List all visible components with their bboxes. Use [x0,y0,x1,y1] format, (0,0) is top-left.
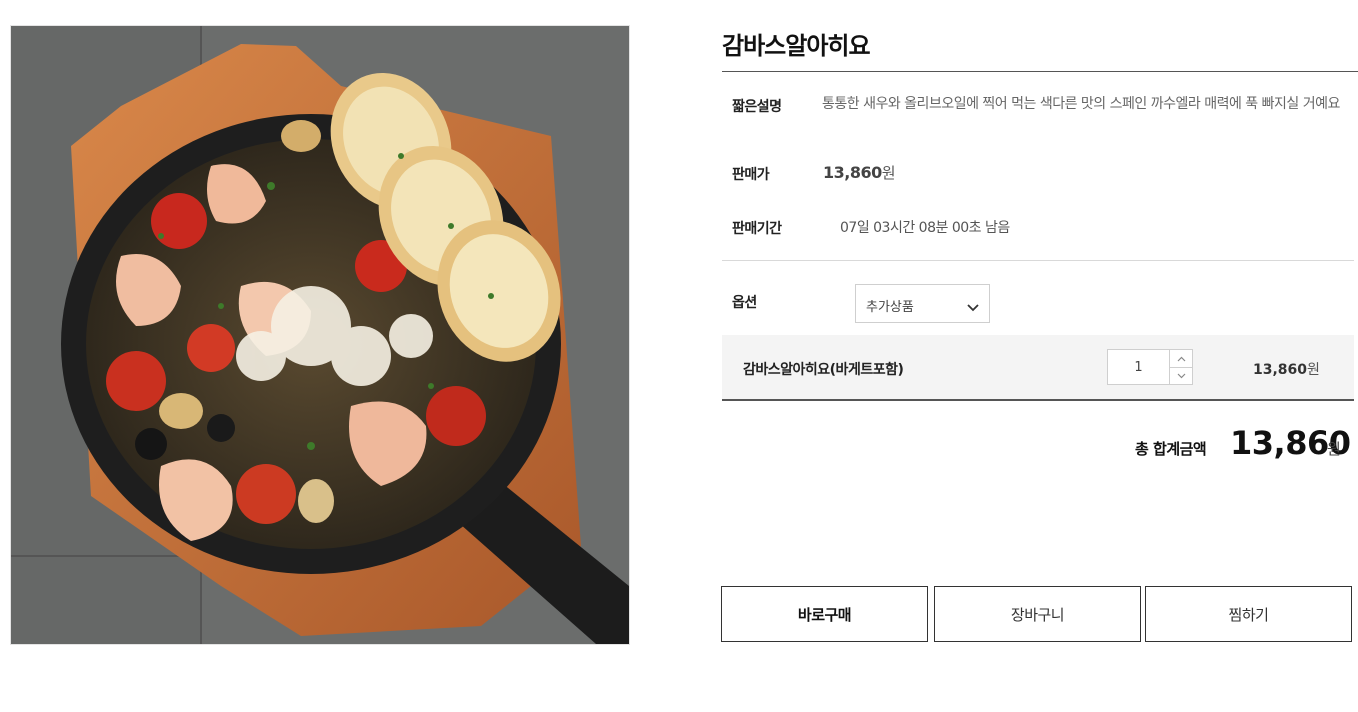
quantity-input[interactable] [1108,350,1170,384]
product-image [10,25,630,645]
price-number: 13,860 [823,163,882,182]
price-label: 판매가 [732,167,770,183]
selected-item-price-number: 13,860 [1253,362,1308,378]
option-selected-value: 추가상품 [866,300,914,315]
price-unit: 원 [881,164,896,182]
period-label: 판매기간 [732,221,782,237]
option-label: 옵션 [732,295,757,311]
price-value: 13,860원 [823,162,896,183]
selected-item-name: 감바스알아히요(바게트포함) [743,362,904,378]
option-select[interactable]: 추가상품 [855,284,990,323]
gambas-dish-illustration [11,26,629,644]
period-value: 07일 03시간 08분 00초 남음 [840,220,1010,236]
chevron-down-icon [1177,373,1185,378]
chevron-down-icon [967,298,979,317]
product-title: 감바스알아히요 [722,32,871,60]
total-unit: 원 [1327,440,1341,458]
buy-now-button[interactable]: 바로구매 [721,586,928,642]
quantity-decrease-button[interactable] [1170,367,1192,384]
wishlist-button[interactable]: 찜하기 [1145,586,1352,642]
chevron-up-icon [1177,356,1185,361]
add-to-cart-button[interactable]: 장바구니 [934,586,1141,642]
description-text: 통통한 새우와 올리브오일에 찍어 먹는 색다른 맛의 스페인 까수엘라 매력에… [822,96,1340,112]
title-divider [722,71,1358,72]
description-label: 짧은설명 [732,99,782,115]
selected-item-price: 13,860원 [1253,359,1320,379]
quantity-stepper [1107,349,1193,385]
selected-item-price-unit: 원 [1307,362,1320,378]
section-divider [722,260,1354,261]
selected-item-row: 감바스알아히요(바게트포함) 13,860원 [722,335,1354,401]
quantity-increase-button[interactable] [1170,350,1192,368]
total-label: 총 합계금액 [1135,440,1207,458]
